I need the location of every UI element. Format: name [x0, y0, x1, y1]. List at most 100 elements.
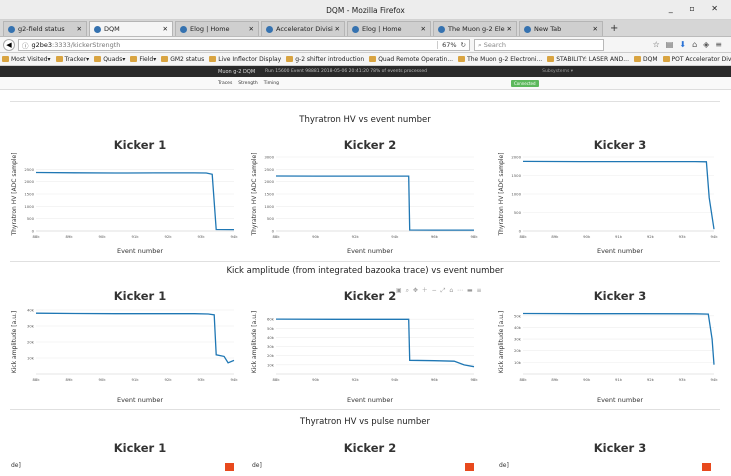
folder-icon: [209, 56, 217, 62]
download-icon[interactable]: ⬇: [679, 40, 692, 49]
x-tick-label: 89k: [65, 234, 73, 239]
tab-label: New Tab: [534, 25, 562, 33]
folder-icon: [94, 56, 102, 62]
y-axis-label: Kick amplitude [a.u.]: [498, 311, 505, 373]
window-controls[interactable]: _ ▫ ✕: [669, 4, 725, 13]
search-input[interactable]: ⌕ Search: [474, 38, 604, 51]
chart-hv-kicker-2[interactable]: Thyratron HV [ADC sample] 0 500 1000 1500 200…: [250, 153, 480, 243]
tab-5[interactable]: The Muon g-2 Electronic ...✕: [433, 21, 517, 36]
tab-2[interactable]: Elog | Home ✕: [175, 21, 259, 36]
y-tick-label: 2000: [511, 155, 521, 160]
new-tab-button[interactable]: +: [605, 22, 623, 36]
bookmark-label: Quad Remote Operatin...: [378, 55, 454, 63]
chart-hv-kicker-3[interactable]: Thyratron HV [ADC sample] 0 500 1000 1500 200…: [497, 153, 720, 243]
bookmark-item[interactable]: DQM: [633, 56, 658, 63]
tab-3[interactable]: Accelerator Division N...✕: [261, 21, 345, 36]
partial-ylabel-3: de]: [499, 462, 509, 469]
y-tick-label: 20k: [27, 340, 35, 345]
tab-label: DQM: [104, 25, 120, 33]
tab-1[interactable]: DQM ✕: [89, 21, 173, 36]
y-tick-label: 10k: [514, 360, 522, 365]
y-tick-label: 40k: [27, 308, 35, 313]
x-tick-label: 91k: [131, 377, 139, 382]
y-tick-label: 1000: [511, 192, 521, 197]
toolbar-icons[interactable]: ☆▤⬇⌂◈≡: [653, 40, 728, 49]
nav-strength[interactable]: Strength: [238, 81, 257, 86]
tab-favicon-icon: [438, 25, 445, 33]
bookmark-item[interactable]: Live Inflector Display: [209, 56, 281, 63]
bookmark-label: Live Inflector Display: [218, 55, 282, 63]
x-tick-label: 88k: [272, 377, 280, 382]
x-tick-label: 94k: [710, 234, 718, 239]
nav-timing[interactable]: Timing: [264, 81, 279, 86]
y-tick-label: 0: [272, 229, 275, 234]
url-bar[interactable]: ⓘ g2be3 :3333/kickerStrength 67% ↻: [18, 38, 470, 51]
subsystems-menu[interactable]: Subsystems ▾: [542, 69, 573, 74]
app-brand[interactable]: Muon g-2 DQM: [218, 69, 255, 75]
reload-icon[interactable]: ↻: [461, 41, 466, 49]
series-line: [522, 160, 715, 230]
menu-icon[interactable]: ≡: [715, 40, 728, 49]
tab-favicon-icon: [266, 25, 273, 33]
x-tick-label: 93k: [197, 377, 205, 382]
kicker-3-title: Kicker 3: [593, 289, 647, 303]
legend-swatch-2: [465, 463, 474, 471]
y-tick-label: 20k: [514, 348, 522, 353]
chart-amp-kicker-2[interactable]: Kick amplitude [a.u.] 10k 20k 30k 40k 50k 60k 8…: [250, 306, 480, 386]
y-tick-label: 40k: [267, 335, 275, 340]
home-icon[interactable]: ⌂: [692, 40, 703, 49]
tab-close-icon[interactable]: ✕: [249, 25, 254, 33]
back-button[interactable]: ◀: [3, 38, 15, 51]
kicker-2-title: Kicker 2: [343, 441, 397, 455]
tab-close-icon[interactable]: ✕: [421, 25, 426, 33]
search-placeholder: Search: [483, 40, 507, 49]
chart-hv-kicker-1[interactable]: Thyratron HV [ADC sample] 0 500 1000 1500 200…: [10, 153, 240, 243]
xlabel-6: Event number: [596, 396, 644, 404]
x-tick-label: 93k: [679, 234, 687, 239]
tab-close-icon[interactable]: ✕: [335, 25, 340, 33]
bookmark-item[interactable]: Most Visited▾: [2, 56, 51, 63]
divider: [10, 101, 720, 102]
bookmark-item[interactable]: The Muon g-2 Electroni...: [458, 56, 542, 63]
y-tick-label: 500: [267, 216, 275, 221]
y-tick-label: 1000: [264, 204, 274, 209]
x-tick-label: 90k: [583, 234, 591, 239]
divider: [10, 261, 720, 262]
nav-traces[interactable]: Traces: [218, 81, 232, 86]
bookmark-item[interactable]: Tracker▾: [55, 56, 89, 63]
bookmark-item[interactable]: GM2 status: [161, 56, 204, 63]
left-margin: [0, 101, 10, 476]
tab-label: Elog | Home: [190, 25, 230, 33]
y-axis-label: Thyratron HV [ADC sample]: [498, 153, 505, 237]
tab-4[interactable]: Elog | Home ✕: [347, 21, 431, 36]
app-header: Muon g-2 DQM Run 15600 Event 98881 2018-…: [0, 66, 731, 77]
bookmark-item[interactable]: Field▾: [130, 56, 156, 63]
pocket-icon[interactable]: ◈: [703, 40, 715, 49]
y-tick-label: 30k: [267, 344, 275, 349]
tab-close-icon[interactable]: ✕: [593, 25, 598, 33]
tab-strip: g2-field status ✕ DQM ✕ Elog | Home ✕ Accelera…: [0, 20, 731, 37]
tab-6[interactable]: New Tab ✕: [519, 21, 603, 36]
bookmark-star-icon[interactable]: ☆: [653, 40, 666, 49]
x-tick-label: 88k: [272, 234, 280, 239]
bookmark-item[interactable]: STABILITY: LASER AND...: [547, 56, 629, 63]
tab-0[interactable]: g2-field status ✕: [3, 21, 87, 36]
bookmark-item[interactable]: Quads▾: [94, 56, 125, 63]
info-icon[interactable]: ⓘ: [22, 40, 29, 50]
chart-amp-kicker-1[interactable]: Kick amplitude [a.u.] 10k 20k 30k 40k 88k 89k 9…: [10, 306, 240, 386]
tab-close-icon[interactable]: ✕: [507, 25, 512, 33]
zoom-indicator[interactable]: 67%: [437, 40, 457, 49]
tab-close-icon[interactable]: ✕: [163, 25, 168, 33]
bookmarks-bar: Most Visited▾ Tracker▾ Quads▾ Field▾ GM2 sta…: [0, 53, 731, 66]
tab-close-icon[interactable]: ✕: [77, 25, 82, 33]
kicker-2-title: Kicker 2: [343, 138, 397, 152]
library-icon[interactable]: ▤: [666, 40, 680, 49]
divider: [10, 409, 720, 410]
bookmark-item[interactable]: Quad Remote Operatin...: [369, 56, 453, 63]
bookmark-item[interactable]: POT Accelerator Divisio...: [662, 56, 731, 63]
y-tick-label: 1000: [24, 204, 34, 209]
bookmark-item[interactable]: g-2 shifter introduction: [286, 56, 364, 63]
xlabel-2: Event number: [346, 247, 394, 255]
section-title-hv-pulse: Thyratron HV vs pulse number: [300, 417, 430, 427]
chart-amp-kicker-3[interactable]: Kick amplitude [a.u.] 10k 20k 30k 40k 50k 88k 8…: [497, 306, 720, 386]
